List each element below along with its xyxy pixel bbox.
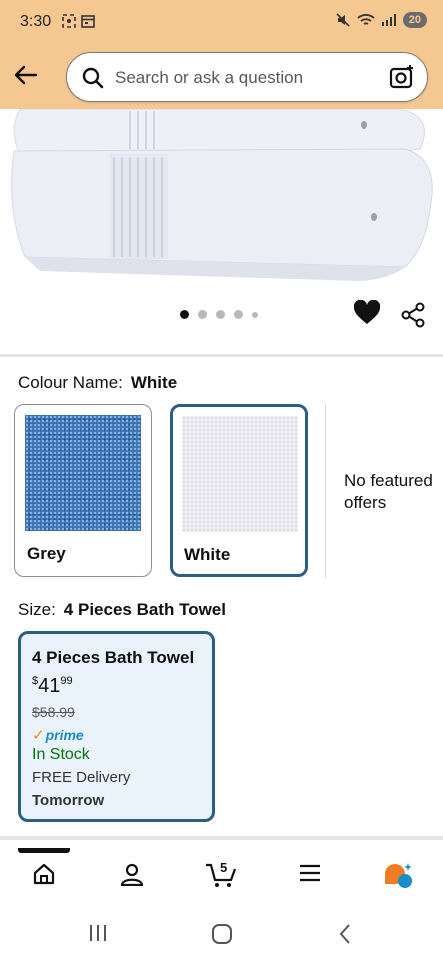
system-navigation-bar (0, 902, 443, 960)
nav-account[interactable] (120, 862, 144, 891)
calendar-icon (81, 15, 95, 28)
active-tab-indicator (18, 848, 70, 853)
prime-badge: ✓ prime (32, 726, 84, 744)
size-option-card[interactable]: 4 Pieces Bath Towel $4199 $58.99 ✓ prime … (18, 631, 215, 822)
size-row: Size: 4 Pieces Bath Towel (18, 600, 226, 620)
price-fraction: 99 (60, 675, 73, 687)
status-system-icons: 20 (335, 12, 427, 28)
colour-name-row: Colour Name: White (18, 373, 177, 393)
home-system-icon[interactable] (211, 923, 233, 945)
size-selected-value: 4 Pieces Bath Towel (63, 600, 226, 619)
signal-icon (381, 14, 396, 26)
image-carousel-dots[interactable] (180, 310, 258, 319)
nav-menu[interactable] (298, 862, 322, 889)
heart-icon (353, 299, 381, 324)
status-time: 3:30 (20, 13, 52, 30)
list-price: $58.99 (32, 704, 75, 720)
home-icon (33, 863, 55, 885)
carousel-dot[interactable] (216, 310, 225, 319)
vertical-divider (325, 404, 326, 578)
search-icon (82, 67, 104, 89)
delivery-text: FREE Delivery (32, 769, 131, 786)
section-divider (0, 354, 443, 357)
size-option-title: 4 Pieces Bath Towel (32, 648, 195, 667)
user-icon (120, 863, 144, 887)
mute-icon (336, 13, 350, 27)
wishlist-button[interactable] (353, 299, 381, 331)
bottom-nav (0, 848, 443, 902)
prime-text: prime (45, 727, 84, 743)
colour-option-label: White (184, 545, 231, 564)
product-image[interactable] (0, 109, 443, 289)
search-placeholder: Search or ask a question (115, 68, 304, 87)
camera-search-icon[interactable] (389, 64, 415, 90)
back-system-icon[interactable] (338, 923, 352, 945)
cart-count: 5 (220, 860, 228, 875)
share-icon (401, 302, 425, 328)
status-notification-icons (62, 14, 95, 28)
recent-apps-icon[interactable] (88, 924, 108, 942)
colour-option-label: Grey (27, 544, 66, 563)
colour-swatch-image (182, 416, 298, 532)
delivery-day: Tomorrow (32, 792, 105, 809)
carousel-dot[interactable] (198, 310, 207, 319)
no-featured-offers-text: No featured offers (344, 471, 433, 512)
back-arrow-icon (14, 65, 38, 85)
section-divider (0, 836, 443, 840)
colour-option-white[interactable]: White (170, 404, 308, 577)
screenshot-icon (62, 14, 76, 28)
nav-home[interactable] (32, 862, 56, 891)
colour-label: Colour Name: (18, 373, 123, 392)
price: $4199 (32, 675, 73, 698)
stock-status: In Stock (32, 746, 90, 763)
share-button[interactable] (400, 302, 426, 333)
colour-selected-value: White (130, 373, 178, 392)
nav-rufus[interactable] (383, 862, 415, 895)
carousel-dot[interactable] (180, 310, 189, 319)
battery-indicator: 20 (402, 12, 427, 28)
towel-image (0, 109, 443, 289)
search-bar[interactable]: Search or ask a question (66, 52, 428, 102)
wifi-icon (357, 14, 375, 25)
colour-swatch-image (25, 415, 141, 531)
size-label: Size: (18, 600, 56, 619)
menu-icon (300, 864, 320, 882)
price-whole: 41 (38, 675, 61, 697)
prime-check-icon: ✓ (32, 727, 45, 744)
colour-option-grey[interactable]: Grey (14, 404, 152, 577)
carousel-dot[interactable] (234, 310, 243, 319)
ai-assistant-icon (385, 863, 412, 888)
carousel-dot[interactable] (252, 311, 258, 318)
status-bar: 3:30 20 (0, 0, 443, 44)
back-button[interactable] (12, 62, 40, 88)
